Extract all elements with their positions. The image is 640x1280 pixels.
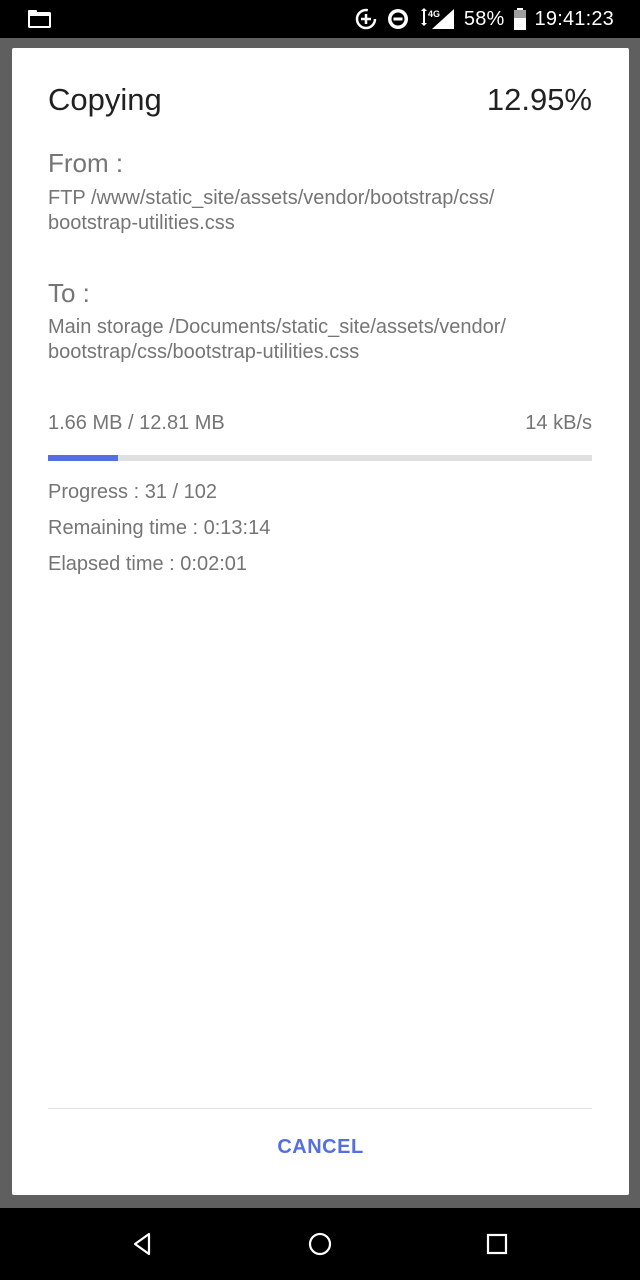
battery-percent: 58%: [463, 7, 505, 30]
progress-count: Progress : 31 / 102: [48, 481, 217, 503]
progress-bar: [48, 455, 592, 461]
from-label: From :: [48, 148, 124, 178]
from-path-line1: FTP /www/static_site/assets/vendor/boots…: [48, 187, 495, 209]
cancel-button[interactable]: CANCEL: [12, 1136, 629, 1172]
to-path: Main storage /Documents/static_site/asse…: [48, 315, 588, 365]
remaining-time: Remaining time : 0:13:14: [48, 517, 271, 539]
do-not-disturb-icon: [386, 7, 410, 31]
status-right: 4G 58% 19:41:23: [354, 0, 614, 38]
from-path: FTP /www/static_site/assets/vendor/boots…: [48, 186, 588, 236]
from-path-line2: bootstrap-utilities.css: [48, 212, 235, 234]
to-path-line1: Main storage /Documents/static_site/asse…: [48, 316, 506, 338]
copy-progress-dialog: Copying 12.95% From : FTP /www/static_si…: [12, 48, 629, 1195]
data-saver-icon: [354, 7, 378, 31]
elapsed-time: Elapsed time : 0:02:01: [48, 553, 248, 575]
home-circle-icon[interactable]: [306, 1230, 334, 1258]
recents-square-icon[interactable]: [483, 1230, 511, 1258]
progress-bar-fill: [48, 455, 119, 461]
to-path-line2: bootstrap/css/bootstrap-utilities.css: [48, 341, 360, 363]
dialog-title: Copying: [48, 82, 162, 117]
divider: [48, 1108, 592, 1109]
percent-complete: 12.95%: [486, 82, 592, 117]
folder-icon: [28, 10, 51, 28]
navigation-bar: [0, 1208, 640, 1280]
clock: 19:41:23: [534, 7, 614, 30]
network-signal-icon: 4G: [418, 7, 456, 31]
battery-icon: [513, 7, 527, 31]
back-triangle-icon[interactable]: [129, 1230, 157, 1258]
transfer-speed: 14 kB/s: [525, 412, 592, 434]
network-type: 4G: [428, 9, 440, 19]
transferred-size: 1.66 MB / 12.81 MB: [48, 412, 225, 434]
status-bar: 4G 58% 19:41:23: [0, 0, 640, 38]
to-label: To :: [48, 278, 90, 308]
